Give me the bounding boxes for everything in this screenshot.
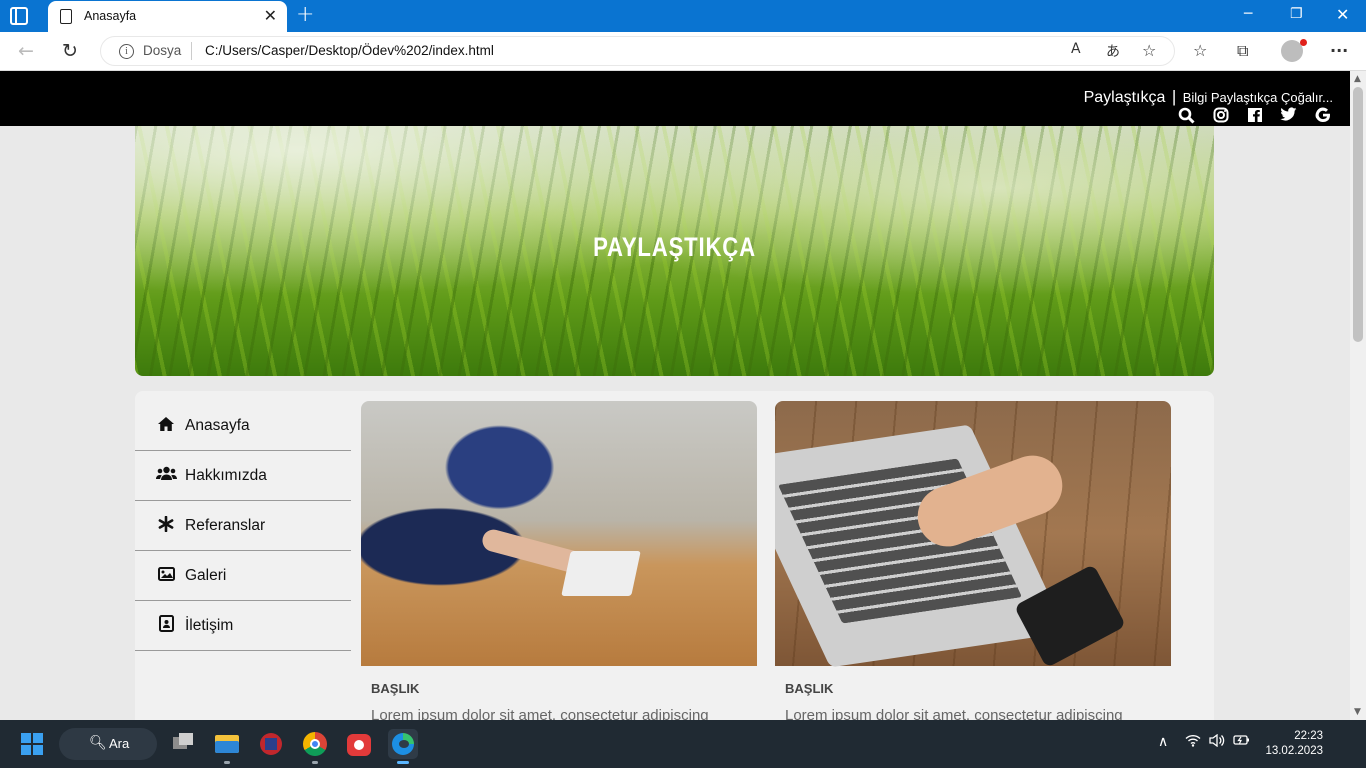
favorites-icon[interactable]: ☆ [1193, 41, 1207, 60]
window-close-icon[interactable]: ✕ [1336, 5, 1349, 24]
url-divider [191, 42, 192, 60]
chrome-icon[interactable] [300, 729, 330, 764]
tab-title: Anasayfa [84, 9, 137, 23]
volume-icon[interactable] [1209, 733, 1225, 751]
browser-tab-bar: Anasayfa ✕ + ─ ❐ ✕ [0, 0, 1366, 32]
chevron-up-icon[interactable]: ∧ [1158, 734, 1168, 750]
read-aloud-icon[interactable]: A [1071, 41, 1081, 57]
new-tab-button[interactable]: + [296, 2, 314, 27]
card-image-office [361, 401, 757, 666]
tab-close-icon[interactable]: ✕ [264, 6, 277, 25]
address-toolbar: ← ↻ i Dosya C:/Users/Casper/Desktop/Ödev… [0, 32, 1366, 71]
file-explorer-icon[interactable] [212, 729, 242, 764]
page-icon [60, 9, 72, 24]
url-text[interactable]: C:/Users/Casper/Desktop/Ödev%202/index.h… [205, 43, 494, 58]
app-icon[interactable] [344, 729, 374, 759]
asterisk-icon [155, 515, 177, 536]
image-icon [155, 566, 177, 585]
card-title: BAŞLIK [785, 681, 834, 696]
instagram-icon[interactable] [1211, 107, 1230, 123]
menu-item-anasayfa[interactable]: Anasayfa [135, 401, 351, 451]
social-icons [1177, 107, 1332, 124]
card-text: Lorem ipsum dolor sit amet, consectetur … [785, 707, 1123, 720]
menu-label: Galeri [185, 566, 227, 584]
site-header: Paylaştıkça | Bilgi Paylaştıkça Çoğalır.… [0, 71, 1350, 126]
info-icon[interactable]: i [119, 44, 134, 59]
address-field[interactable]: i Dosya C:/Users/Casper/Desktop/Ödev%202… [100, 36, 1175, 66]
hero-title: PAYLAŞTIKÇA [593, 232, 756, 262]
clock-time: 22:23 [1294, 730, 1323, 742]
restore-icon[interactable]: ❐ [1290, 6, 1303, 22]
menu-item-hakkimizda[interactable]: Hakkımızda [135, 451, 351, 501]
contact-card-icon [155, 615, 177, 636]
users-icon [155, 466, 177, 485]
search-icon[interactable] [1177, 107, 1196, 124]
post-card[interactable]: BAŞLIK Lorem ipsum dolor sit amet, conse… [361, 401, 757, 720]
web-page: Paylaştıkça | Bilgi Paylaştıkça Çoğalır.… [0, 71, 1350, 720]
brand-name[interactable]: Paylaştıkça [1084, 89, 1166, 106]
taskbar-search[interactable]: 🔍︎ Ara [59, 728, 157, 760]
taskbar: 🔍︎ Ara ∧ 22:23 13.02.2023 [0, 720, 1366, 768]
content-panel: Anasayfa Hakkımızda Referanslar Galeri İ… [135, 391, 1214, 720]
reload-icon[interactable]: ↻ [62, 40, 78, 62]
profile-avatar[interactable] [1281, 39, 1307, 62]
side-menu: Anasayfa Hakkımızda Referanslar Galeri İ… [135, 401, 351, 651]
menu-label: Referanslar [185, 516, 266, 534]
taskbar-search-label: Ara [109, 736, 130, 751]
card-title: BAŞLIK [371, 681, 420, 696]
post-card[interactable]: BAŞLIK Lorem ipsum dolor sit amet, conse… [775, 401, 1171, 720]
scrollbar-thumb[interactable] [1353, 87, 1363, 342]
tab-actions-icon[interactable] [10, 7, 28, 25]
brand-separator: | [1171, 87, 1177, 106]
browser-tab[interactable]: Anasayfa ✕ [48, 1, 287, 32]
clock-date: 13.02.2023 [1265, 745, 1323, 757]
twitter-icon[interactable] [1279, 107, 1298, 123]
scroll-up-icon[interactable]: ▲ [1354, 74, 1361, 84]
search-icon: 🔍︎ [89, 735, 107, 751]
site-brand: Paylaştıkça | Bilgi Paylaştıkça Çoğalır.… [1084, 87, 1333, 107]
image-detail [561, 551, 641, 596]
card-text: Lorem ipsum dolor sit amet, consectetur … [371, 707, 709, 720]
edge-icon[interactable] [388, 729, 418, 764]
scroll-down-icon[interactable]: ▼ [1354, 707, 1361, 717]
page-scrollbar[interactable]: ▲ ▼ [1350, 71, 1366, 720]
more-options-icon[interactable]: ··· [1330, 41, 1348, 60]
menu-item-galeri[interactable]: Galeri [135, 551, 351, 601]
back-icon[interactable]: ← [18, 40, 34, 62]
menu-item-iletisim[interactable]: İletişim [135, 601, 351, 651]
wifi-icon[interactable] [1185, 734, 1201, 751]
add-favorite-icon[interactable]: ☆ [1142, 41, 1156, 60]
menu-item-referanslar[interactable]: Referanslar [135, 501, 351, 551]
collections-icon[interactable]: ⧉ [1237, 41, 1248, 61]
menu-label: Hakkımızda [185, 466, 267, 484]
app-icon[interactable] [256, 729, 286, 759]
menu-label: İletişim [185, 616, 234, 634]
task-view-icon[interactable] [168, 729, 198, 759]
start-button[interactable] [21, 733, 43, 755]
translate-icon[interactable]: あ [1106, 41, 1120, 61]
card-image-laptop [775, 401, 1171, 669]
google-icon[interactable] [1313, 107, 1332, 123]
menu-label: Anasayfa [185, 416, 250, 434]
brand-slogan: Bilgi Paylaştıkça Çoğalır... [1182, 90, 1333, 105]
minimize-icon[interactable]: ─ [1244, 6, 1252, 22]
battery-icon[interactable] [1233, 734, 1250, 750]
system-clock[interactable]: 22:23 13.02.2023 [1265, 729, 1323, 759]
home-icon [155, 416, 177, 436]
hero-banner: PAYLAŞTIKÇA [135, 126, 1214, 376]
facebook-icon[interactable] [1245, 107, 1264, 123]
url-scheme-label: Dosya [143, 43, 182, 58]
